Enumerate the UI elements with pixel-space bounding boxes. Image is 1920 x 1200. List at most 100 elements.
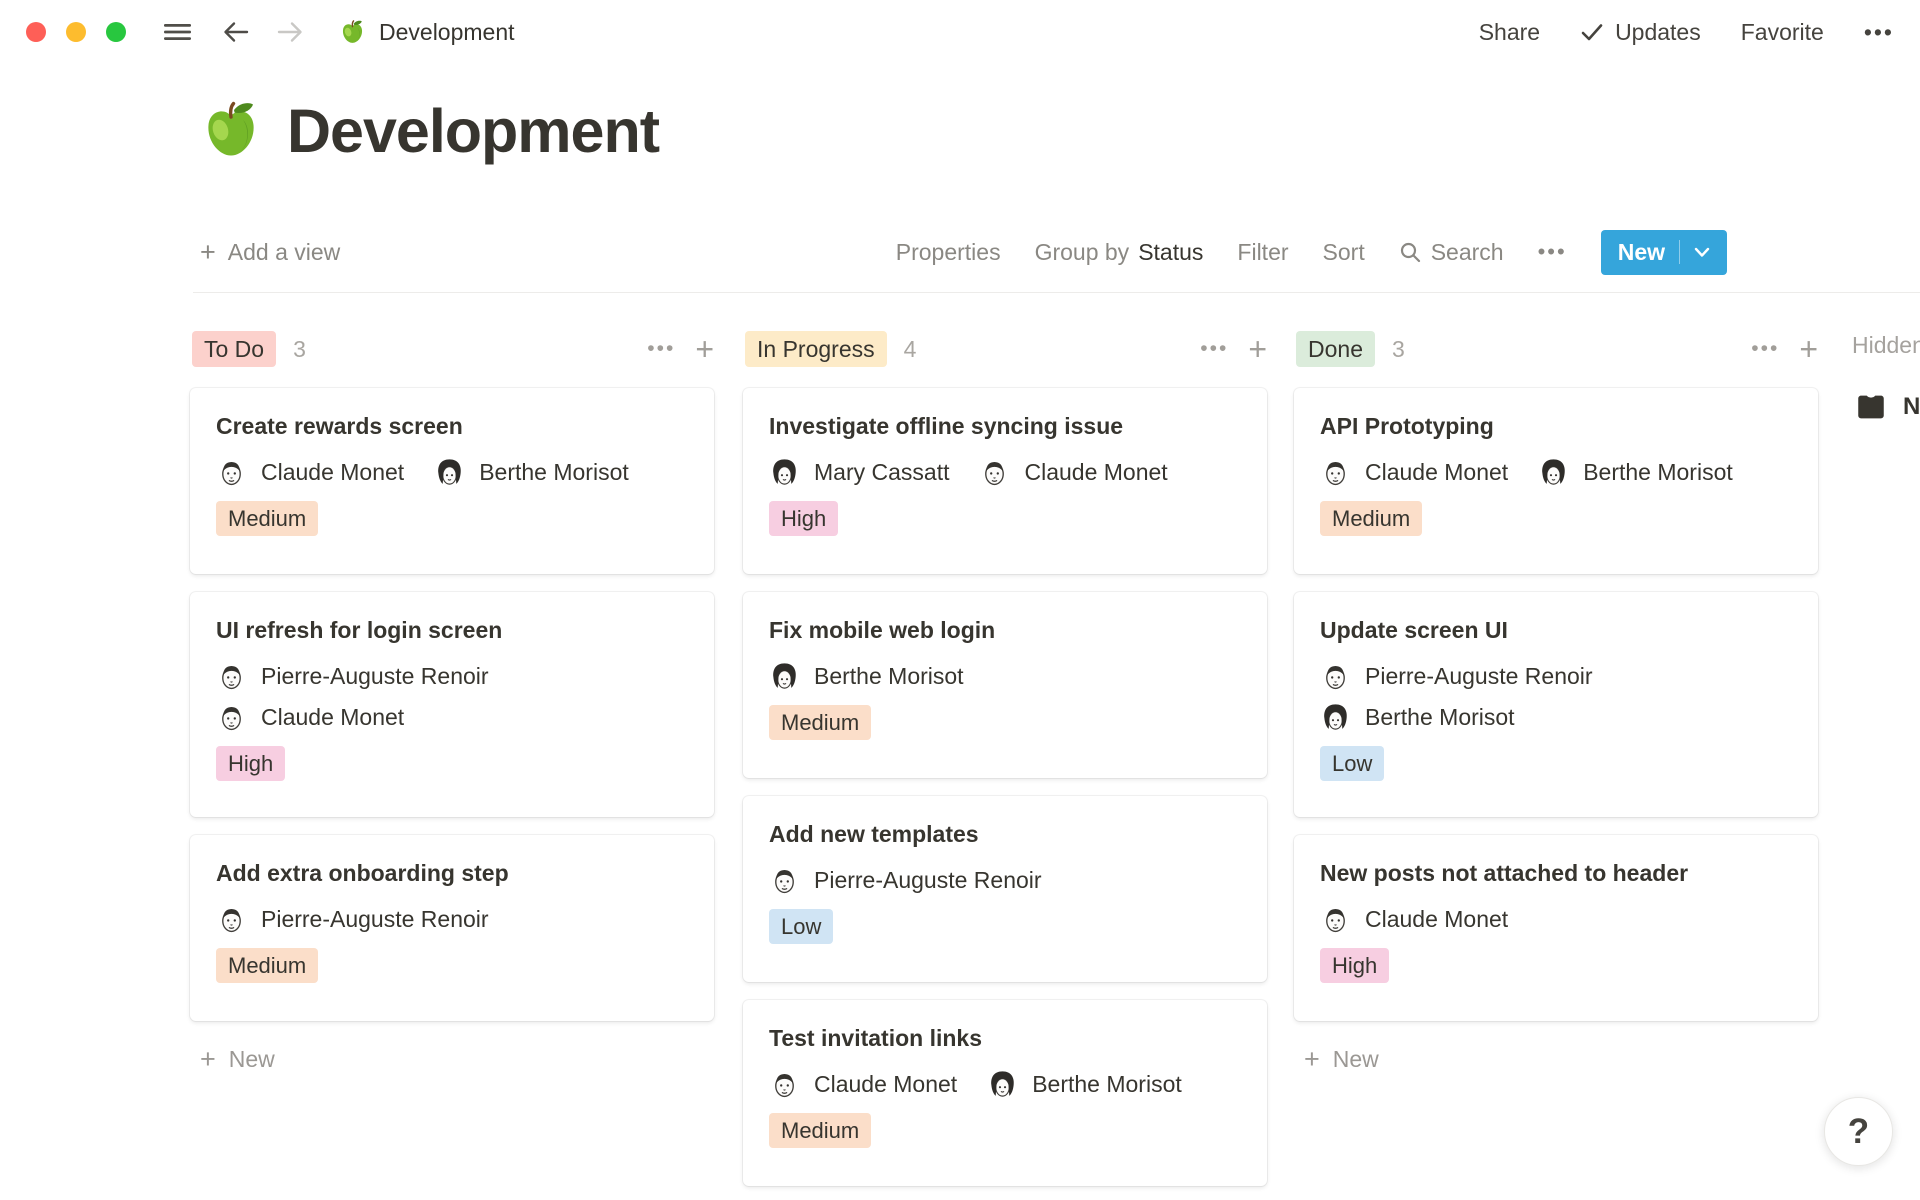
add-view-button[interactable]: + Add a view <box>200 239 340 266</box>
forward-icon[interactable] <box>275 19 305 45</box>
assignee-name: Berthe Morisot <box>1365 704 1515 731</box>
titlebar: Development Share Updates Favorite ••• <box>0 0 1920 64</box>
page-title[interactable]: Development <box>287 96 659 166</box>
priority-badge: High <box>769 501 838 536</box>
status-badge[interactable]: To Do <box>192 331 276 367</box>
assignee-name: Pierre-Auguste Renoir <box>261 663 489 690</box>
assignee-name: Claude Monet <box>1365 459 1508 486</box>
column-add-icon[interactable]: + <box>695 333 714 365</box>
assignee: Pierre-Auguste Renoir <box>769 865 1042 896</box>
minimize-button[interactable] <box>66 22 86 42</box>
breadcrumb-title: Development <box>379 19 515 46</box>
updates-button[interactable]: Updates <box>1580 19 1701 46</box>
status-badge[interactable]: Done <box>1296 331 1375 367</box>
hidden-group-no-status[interactable]: No Status <box>1854 390 1920 424</box>
plus-icon: + <box>200 239 216 266</box>
column-more-icon[interactable]: ••• <box>647 337 675 361</box>
card[interactable]: Update screen UI Pierre-Auguste Renoir B… <box>1294 592 1818 817</box>
filter-button[interactable]: Filter <box>1237 239 1288 266</box>
avatar <box>1320 457 1351 488</box>
more-options-icon[interactable]: ••• <box>1864 19 1894 46</box>
avatar <box>216 457 247 488</box>
card-title: UI refresh for login screen <box>216 617 688 644</box>
priority-badge: Medium <box>769 1113 871 1148</box>
card-title: Add extra onboarding step <box>216 860 688 887</box>
close-button[interactable] <box>26 22 46 42</box>
card[interactable]: Fix mobile web login Berthe Morisot Medi… <box>743 592 1267 778</box>
avatar <box>216 904 247 935</box>
status-badge[interactable]: In Progress <box>745 331 887 367</box>
assignee: Berthe Morisot <box>1320 702 1792 733</box>
column-more-icon[interactable]: ••• <box>1200 337 1228 361</box>
toolbar-divider <box>193 292 1920 293</box>
column-in-progress: In Progress 4 ••• + Investigate offline … <box>743 330 1267 1200</box>
column-header: To Do 3 ••• + <box>190 330 714 368</box>
assignee: Claude Monet <box>216 702 688 733</box>
view-more-icon[interactable]: ••• <box>1538 239 1567 265</box>
page-emoji-icon <box>339 19 366 46</box>
avatar <box>1320 661 1351 692</box>
assignee-name: Pierre-Auguste Renoir <box>1365 663 1593 690</box>
avatar <box>769 865 800 896</box>
assignee-name: Berthe Morisot <box>814 663 964 690</box>
card[interactable]: Add extra onboarding step Pierre-Auguste… <box>190 835 714 1021</box>
avatar <box>769 661 800 692</box>
add-card-button[interactable]: + New <box>200 1046 275 1073</box>
assignee-name: Berthe Morisot <box>1583 459 1733 486</box>
avatar <box>979 457 1010 488</box>
properties-button[interactable]: Properties <box>896 239 1001 266</box>
sort-button[interactable]: Sort <box>1323 239 1365 266</box>
share-button[interactable]: Share <box>1479 19 1540 46</box>
plus-icon: + <box>1304 1046 1320 1073</box>
sidebar-menu-icon[interactable] <box>164 20 191 44</box>
assignee: Berthe Morisot <box>1538 457 1733 488</box>
group-by-button[interactable]: Group by Status <box>1035 239 1204 266</box>
card[interactable]: Create rewards screen Claude Monet Berth… <box>190 388 714 574</box>
card[interactable]: Investigate offline syncing issue Mary C… <box>743 388 1267 574</box>
card[interactable]: API Prototyping Claude Monet Berthe Mori… <box>1294 388 1818 574</box>
column-more-icon[interactable]: ••• <box>1751 337 1779 361</box>
priority-badge: High <box>216 746 285 781</box>
page-emoji-large[interactable] <box>199 99 263 163</box>
breadcrumb[interactable]: Development <box>339 19 515 46</box>
chevron-down-icon <box>1694 247 1710 258</box>
back-icon[interactable] <box>221 19 251 45</box>
card[interactable]: UI refresh for login screen Pierre-Augus… <box>190 592 714 817</box>
column-done: Done 3 ••• + API Prototyping Claude Mone… <box>1294 330 1818 1200</box>
check-icon <box>1580 21 1604 43</box>
favorite-button[interactable]: Favorite <box>1741 19 1824 46</box>
assignee: Mary Cassatt <box>769 457 949 488</box>
priority-badge: High <box>1320 948 1389 983</box>
assignee: Berthe Morisot <box>434 457 629 488</box>
assignee-name: Claude Monet <box>1024 459 1167 486</box>
avatar <box>216 661 247 692</box>
group-by-value: Status <box>1138 239 1203 266</box>
card[interactable]: Test invitation links Claude Monet Berth… <box>743 1000 1267 1186</box>
avatar <box>216 702 247 733</box>
assignee: Claude Monet <box>1320 904 1508 935</box>
priority-badge: Low <box>769 909 833 944</box>
priority-badge: Medium <box>1320 501 1422 536</box>
hidden-columns-label[interactable]: Hidden columns <box>1852 332 1920 359</box>
zoom-button[interactable] <box>106 22 126 42</box>
card[interactable]: New posts not attached to header Claude … <box>1294 835 1818 1021</box>
assignee-name: Mary Cassatt <box>814 459 949 486</box>
card-title: New posts not attached to header <box>1320 860 1792 887</box>
assignee: Berthe Morisot <box>987 1069 1182 1100</box>
help-button[interactable]: ? <box>1824 1097 1893 1166</box>
add-card-button[interactable]: + New <box>1304 1046 1379 1073</box>
card-title: Update screen UI <box>1320 617 1792 644</box>
avatar <box>769 457 800 488</box>
assignee: Pierre-Auguste Renoir <box>216 904 489 935</box>
avatar <box>1538 457 1569 488</box>
priority-badge: Medium <box>769 705 871 740</box>
card-title: Fix mobile web login <box>769 617 1241 644</box>
search-button[interactable]: Search <box>1399 239 1504 266</box>
card[interactable]: Add new templates Pierre-Auguste Renoir … <box>743 796 1267 982</box>
new-button[interactable]: New <box>1601 230 1727 275</box>
column-header: Done 3 ••• + <box>1294 330 1818 368</box>
view-toolbar: + Add a view Properties Group by Status … <box>200 228 1727 276</box>
inbox-icon <box>1854 390 1888 424</box>
column-add-icon[interactable]: + <box>1248 333 1267 365</box>
column-add-icon[interactable]: + <box>1799 333 1818 365</box>
